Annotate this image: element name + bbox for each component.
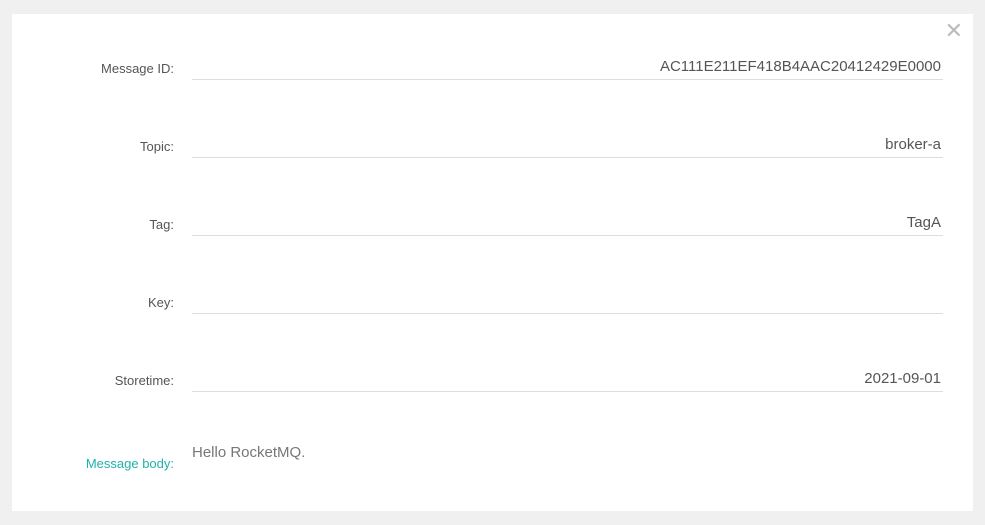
row-message-body: Message body: Hello RocketMQ.	[42, 444, 943, 471]
input-tag[interactable]	[192, 210, 943, 236]
label-tag: Tag:	[42, 217, 192, 236]
input-storetime[interactable]	[192, 366, 943, 392]
message-detail-modal: ✕ Message ID: Topic: Tag: Key: Storetime…	[12, 14, 973, 511]
row-key: Key:	[42, 288, 943, 314]
input-topic[interactable]	[192, 132, 943, 158]
close-icon[interactable]: ✕	[945, 20, 963, 42]
label-message-body: Message body:	[42, 444, 192, 471]
label-storetime: Storetime:	[42, 373, 192, 392]
row-topic: Topic:	[42, 132, 943, 158]
row-tag: Tag:	[42, 210, 943, 236]
input-message-id[interactable]	[192, 54, 943, 80]
label-message-id: Message ID:	[42, 61, 192, 80]
label-key: Key:	[42, 295, 192, 314]
label-topic: Topic:	[42, 139, 192, 158]
input-key[interactable]	[192, 288, 943, 314]
row-message-id: Message ID:	[42, 54, 943, 80]
message-body-content: Hello RocketMQ.	[192, 444, 943, 461]
row-storetime: Storetime:	[42, 366, 943, 392]
